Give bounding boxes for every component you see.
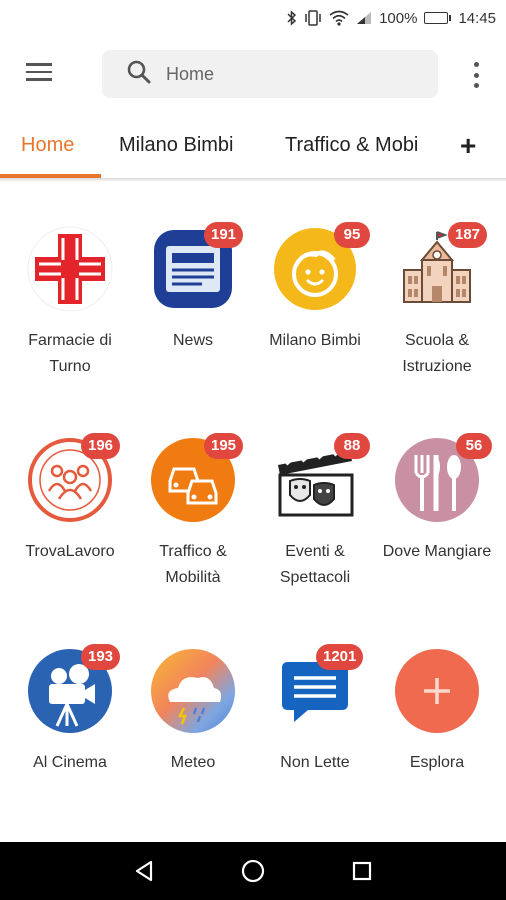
tile-label: News <box>172 332 213 349</box>
tile-news[interactable]: 191 News <box>130 222 256 386</box>
tile-label: Non Lette <box>280 754 350 771</box>
tile-label: Al Cinema <box>33 754 107 771</box>
clock: 14:45 <box>458 9 496 27</box>
back-icon[interactable] <box>129 856 159 886</box>
tile-esplora[interactable]: Esplora <box>374 648 500 788</box>
tab-traffico-mobilita[interactable]: Traffico & Mobi <box>285 134 418 157</box>
tab-bar: Home Milano Bimbi Traffico & Mobi + <box>0 112 506 178</box>
notification-badge: 193 <box>81 644 121 670</box>
tile-label: TrovaLavoro <box>25 543 115 560</box>
battery-percent: 100% <box>379 9 418 27</box>
battery-icon <box>424 12 452 24</box>
tile-non-lette[interactable]: 1201 Non Lette <box>252 644 378 788</box>
more-options-icon[interactable] <box>466 62 486 88</box>
notification-badge: 191 <box>204 222 244 248</box>
notification-badge: 95 <box>334 222 370 248</box>
tile-scuola[interactable]: 187 Scuola & Istruzione <box>374 222 500 386</box>
hamburger-menu-icon[interactable] <box>22 58 56 90</box>
add-circle-icon <box>394 648 480 734</box>
tab-milano-bimbi[interactable]: Milano Bimbi <box>119 134 233 157</box>
tile-label: Scuola & Istruzione <box>402 332 472 375</box>
tile-label: Milano Bimbi <box>269 332 361 349</box>
vibrate-icon <box>304 10 322 26</box>
notification-badge: 56 <box>456 433 492 459</box>
notification-badge: 195 <box>204 433 244 459</box>
status-bar: 100% 14:45 <box>0 0 506 36</box>
tile-eventi[interactable]: 88 Eventi & Spettacoli <box>252 433 378 597</box>
search-input[interactable]: Home <box>102 50 438 98</box>
tile-label: Eventi & Spettacoli <box>279 543 351 586</box>
weather-icon <box>150 648 236 734</box>
tile-al-cinema[interactable]: 193 Al Cinema <box>7 644 133 788</box>
tab-home[interactable]: Home <box>21 134 74 157</box>
system-nav-bar <box>0 842 506 900</box>
notification-badge: 1201 <box>316 644 364 670</box>
tile-meteo[interactable]: Meteo <box>130 648 256 788</box>
notification-badge: 196 <box>81 433 121 459</box>
add-tab-button[interactable]: + <box>460 130 476 162</box>
tile-label: Dove Mangiare <box>382 543 492 560</box>
wifi-icon <box>329 10 349 26</box>
pharmacy-cross-icon <box>27 226 113 312</box>
tile-trovalavoro[interactable]: 196 TrovaLavoro <box>7 433 133 597</box>
tile-traffico[interactable]: 195 Traffico & Mobilità <box>130 433 256 597</box>
recents-icon[interactable] <box>347 856 377 886</box>
bluetooth-icon <box>287 10 297 26</box>
tile-farmacie[interactable]: Farmacie di Turno <box>7 226 133 386</box>
signal-icon <box>356 11 372 25</box>
tile-label: Traffico & Mobilità <box>159 543 227 586</box>
search-placeholder: Home <box>166 63 215 84</box>
search-icon <box>126 59 152 90</box>
tile-milano-bimbi[interactable]: 95 Milano Bimbi <box>252 222 378 386</box>
tile-label: Esplora <box>409 754 465 771</box>
tile-label: Meteo <box>170 754 216 771</box>
services-grid: Farmacie di Turno 191 News 95 Milano Bim… <box>0 182 506 840</box>
home-icon[interactable] <box>238 856 268 886</box>
tile-label: Farmacie di Turno <box>28 332 112 375</box>
app-bar: Home <box>0 36 506 112</box>
notification-badge: 88 <box>334 433 370 459</box>
notification-badge: 187 <box>448 222 488 248</box>
tile-dove-mangiare[interactable]: 56 Dove Mangiare <box>374 433 500 597</box>
